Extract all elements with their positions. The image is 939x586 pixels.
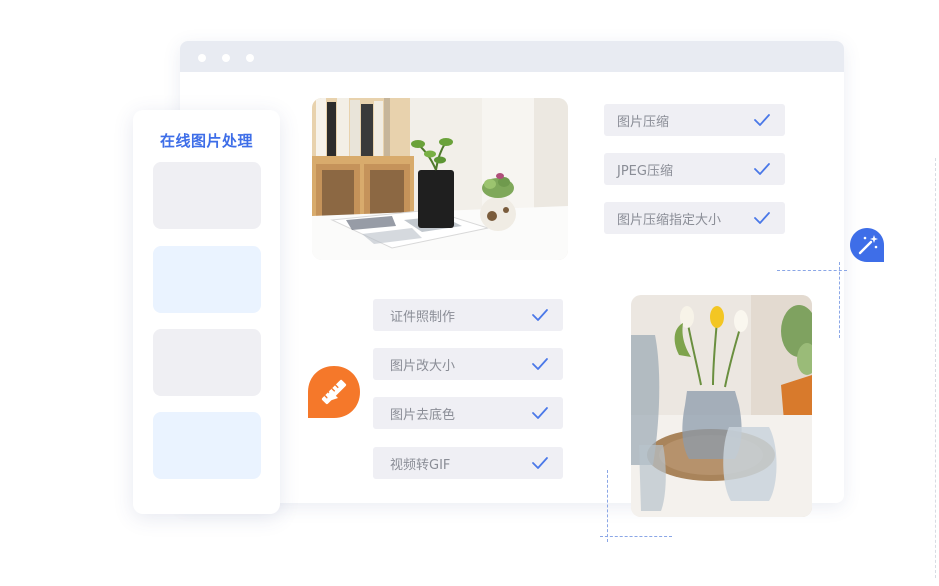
vase-photo-illustration: [631, 295, 812, 517]
guide-dashed-line: [600, 536, 672, 537]
checkmark-icon: [532, 309, 548, 321]
feature-pill-jpeg-compress[interactable]: JPEG压缩: [604, 153, 785, 185]
feature-pill-id-photo[interactable]: 证件照制作: [373, 299, 563, 331]
feature-pill-compress-to-size[interactable]: 图片压缩指定大小: [604, 202, 785, 234]
feature-pill-label: JPEG压缩: [617, 163, 673, 179]
feature-pill-label: 证件照制作: [390, 309, 456, 325]
guide-dashed-line: [777, 270, 847, 271]
magic-wand-icon: [850, 228, 884, 262]
window-dot-icon: [198, 54, 206, 62]
feature-pill-remove-background[interactable]: 图片去底色: [373, 397, 563, 429]
guide-dashed-line: [839, 262, 840, 338]
desk-photo: [312, 98, 568, 260]
sidebar-placeholder-block: [153, 329, 261, 396]
edge-divider: [935, 158, 936, 578]
checkmark-icon: [532, 457, 548, 469]
feature-pill-label: 图片压缩: [617, 114, 670, 130]
feature-pill-label: 视频转GIF: [390, 457, 451, 473]
checkmark-icon: [532, 407, 548, 419]
checkmark-icon: [754, 114, 770, 126]
checkmark-icon: [532, 358, 548, 370]
desk-photo-illustration: [312, 98, 568, 260]
feature-pill-label: 图片去底色: [390, 407, 456, 423]
sidebar-placeholder-block: [153, 412, 261, 479]
checkmark-icon: [754, 163, 770, 175]
feature-pill-image-compress[interactable]: 图片压缩: [604, 104, 785, 136]
window-dot-icon: [246, 54, 254, 62]
sidebar-card: 在线图片处理: [133, 110, 280, 514]
sidebar-placeholder-block: [153, 246, 261, 313]
feature-pill-label: 图片压缩指定大小: [617, 212, 722, 228]
sidebar-title: 在线图片处理: [159, 132, 253, 150]
feature-pill-video-to-gif[interactable]: 视频转GIF: [373, 447, 563, 479]
window-dot-icon: [222, 54, 230, 62]
guide-dashed-line: [607, 470, 608, 542]
window-title-bar: [180, 41, 844, 72]
vase-photo: [631, 295, 812, 517]
sidebar-placeholder-block: [153, 162, 261, 229]
feature-pill-resize-image[interactable]: 图片改大小: [373, 348, 563, 380]
ruler-pencil-icon: [308, 366, 360, 418]
feature-pill-label: 图片改大小: [390, 358, 456, 374]
checkmark-icon: [754, 212, 770, 224]
